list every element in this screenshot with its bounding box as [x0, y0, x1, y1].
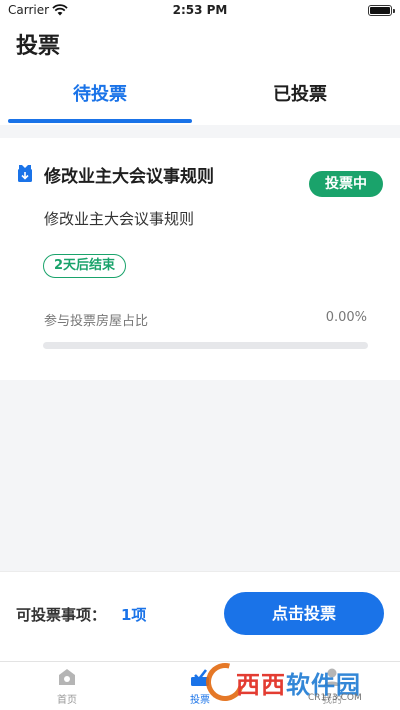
votable-count-label: 可投票事项： — [16, 606, 107, 624]
tab-active-indicator — [8, 119, 192, 123]
site-watermark-logo: 西西软件园 CR173.COM — [199, 656, 390, 708]
status-bar: Carrier 2:53 PM — [0, 0, 400, 22]
tabbar-label-home: 首页 — [57, 695, 77, 706]
clock: 2:53 PM — [172, 3, 228, 17]
votable-count-value: 1项 — [121, 606, 147, 624]
vote-item-description: 修改业主大会议事规则 — [44, 210, 195, 228]
home-icon — [59, 669, 75, 685]
participation-value: 0.00% — [325, 310, 367, 325]
status-badge: 投票中 — [309, 171, 383, 197]
vote-item-title: 修改业主大会议事规则 — [44, 167, 214, 187]
ballot-box-icon — [18, 165, 32, 182]
participation-label: 参与投票房屋占比 — [44, 314, 149, 329]
battery-icon — [368, 5, 395, 16]
watermark-domain: CR173.COM — [308, 693, 362, 703]
vote-action-bar: 可投票事项： 1项 点击投票 — [0, 571, 400, 661]
deadline-badge: 2天后结束 — [43, 254, 127, 278]
tab-pending[interactable]: 待投票 — [0, 80, 200, 106]
app-header: 投票 待投票 已投票 — [0, 22, 400, 125]
tabbar-item-home[interactable]: 首页 — [37, 666, 97, 706]
vote-button[interactable]: 点击投票 — [224, 592, 384, 635]
vote-item-card[interactable]: 修改业主大会议事规则 投票中 修改业主大会议事规则 2天后结束 参与投票房屋占比… — [0, 138, 400, 380]
participation-progress-bar — [43, 342, 368, 349]
page-title: 投票 — [16, 34, 61, 59]
tab-voted[interactable]: 已投票 — [200, 80, 400, 106]
